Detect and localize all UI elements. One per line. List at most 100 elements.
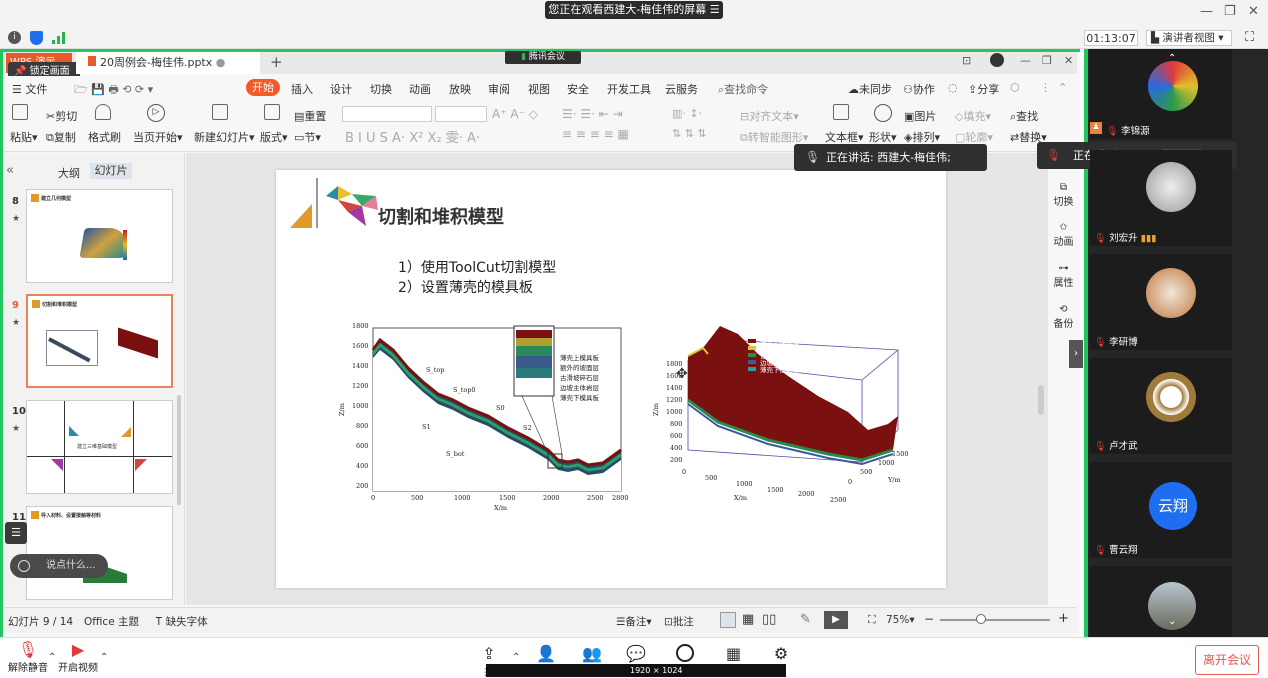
search-command[interactable]: ⌕查找命令	[718, 81, 768, 97]
collapse-panel-icon[interactable]: «	[6, 163, 14, 178]
font-family-select[interactable]	[342, 106, 432, 122]
menu-start[interactable]: 开始	[246, 79, 280, 96]
slide-thumb-9-selected[interactable]: 切割和堆积模型	[26, 294, 173, 388]
sync-status[interactable]: ☁未同步	[848, 81, 892, 97]
video-button[interactable]: ▶ 开启视频	[58, 640, 98, 674]
notes-button[interactable]: ☰备注▾	[616, 614, 652, 629]
emoji-icon[interactable]	[18, 560, 30, 572]
align-text-button[interactable]: ⊟对齐文本▾	[740, 108, 799, 124]
tab-close-icon[interactable]: ●	[216, 56, 226, 69]
quick-access-toolbar[interactable]: 🗁 💾 🖶 ⟲ ⟳ ▾	[74, 81, 153, 100]
font-size-select[interactable]	[435, 106, 487, 122]
user-avatar[interactable]	[990, 53, 1004, 67]
menu-security[interactable]: 安全	[567, 81, 589, 97]
paste-button[interactable]	[12, 104, 28, 123]
missing-font-button[interactable]: Ꭲ 缺失字体	[156, 614, 208, 629]
collapse-ribbon-icon[interactable]: ⌃	[1058, 81, 1067, 94]
new-slide-button[interactable]	[212, 104, 228, 123]
apps-icon[interactable]: ▦	[726, 644, 741, 663]
ink-icon[interactable]: ✎	[800, 612, 811, 627]
menu-icon[interactable]: ☰	[710, 3, 720, 16]
tab-slides[interactable]: 幻灯片	[90, 163, 132, 179]
arrange-button[interactable]: ◈排列▾	[904, 129, 940, 145]
invite-icon[interactable]: 👤	[536, 644, 556, 663]
menu-developer[interactable]: 开发工具	[607, 81, 651, 97]
participant-card[interactable]: ⌄	[1090, 566, 1232, 637]
zoom-level[interactable]: 75%▾	[886, 614, 915, 626]
menu-design[interactable]: 设计	[330, 81, 352, 97]
play-icon[interactable]: ▷	[147, 104, 165, 122]
cut-button[interactable]: ✂剪切	[46, 108, 77, 124]
video-options-icon[interactable]: ⌃	[100, 652, 108, 663]
fit-icon[interactable]: ⛶	[868, 613, 876, 627]
tab-outline[interactable]: 大纲	[58, 165, 80, 181]
restore-icon[interactable]: ❐	[1224, 4, 1236, 19]
menu-review[interactable]: 审阅	[488, 81, 510, 97]
fullscreen-icon[interactable]: ⛶	[1245, 30, 1254, 45]
canvas-scrollbar[interactable]	[1038, 385, 1044, 415]
side-tool-animation[interactable]: ✩ 动画	[1048, 222, 1079, 248]
zoom-slider[interactable]	[940, 619, 1050, 621]
section-button[interactable]: ▭节▾	[294, 129, 321, 145]
smart-graphic-button[interactable]: ⧉转智能图形▾	[740, 129, 808, 145]
comment-button[interactable]: ⊡批注	[664, 614, 694, 629]
side-tool-properties[interactable]: ⊶ 属性	[1048, 263, 1079, 289]
participant-card[interactable]: 云翔 🎙 曹云翔	[1090, 462, 1232, 558]
slide-thumb-10[interactable]: 建立三维基础模型	[26, 400, 173, 494]
sorter-view-icon[interactable]: ▦	[742, 612, 754, 627]
paragraph-tools[interactable]: ▥· ↕·	[672, 107, 702, 120]
picture-button[interactable]: ▣图片	[904, 108, 936, 124]
reset-button[interactable]: ▤重置	[294, 108, 326, 124]
presenter-view-dropdown[interactable]: ▙ 演讲者视图 ▾	[1146, 30, 1232, 46]
zoom-slider-thumb[interactable]	[976, 614, 986, 624]
list-tools[interactable]: ☰· ☰· ⇤ ⇥	[562, 107, 623, 121]
wps-minimize-icon[interactable]: —	[1020, 54, 1031, 67]
menu-view[interactable]: 视图	[528, 81, 550, 97]
comment-icon[interactable]: ◌	[948, 81, 958, 94]
reading-view-icon[interactable]: ▯▯	[762, 612, 776, 627]
font-style-tools[interactable]: B I U S A· X² X₂ 雯· A·	[345, 127, 480, 146]
chevron-up-icon[interactable]: ⌃	[1168, 53, 1176, 64]
menu-insert[interactable]: 插入	[291, 81, 313, 97]
chat-icon[interactable]: 💬	[626, 644, 646, 663]
participant-card[interactable]: 🎙 卢才武	[1090, 358, 1232, 454]
wps-close-icon[interactable]: ✕	[1064, 54, 1073, 67]
share-options-icon[interactable]: ⌃	[512, 652, 520, 663]
more-icon[interactable]: ⋮	[1040, 81, 1051, 94]
settings-icon[interactable]: ⬡	[1010, 81, 1020, 94]
mute-button[interactable]: 🎙 解除静音	[8, 640, 48, 674]
fill-button[interactable]: ◇填充▾	[955, 108, 991, 124]
copy-button[interactable]: ⧉复制	[46, 129, 76, 145]
zoom-in-icon[interactable]: +	[1058, 611, 1069, 626]
window-layout-icon[interactable]: ⊡	[962, 54, 971, 67]
leave-meeting-button[interactable]: 离开会议	[1195, 645, 1259, 675]
participant-card[interactable]: ⌃ ♟ 🎙 李锦源	[1090, 49, 1232, 139]
side-tool-transition[interactable]: ⧉ 切换	[1048, 182, 1079, 208]
participant-card[interactable]: 🎙 李研博	[1090, 254, 1232, 350]
shape-icon[interactable]	[874, 104, 892, 122]
menu-transition[interactable]: 切换	[370, 81, 392, 97]
slide-thumb-8[interactable]: 建立几何模型	[26, 189, 173, 283]
collab-button[interactable]: ⚇协作	[903, 81, 935, 97]
menu-slideshow[interactable]: 放映	[449, 81, 471, 97]
new-tab-icon[interactable]: +	[270, 53, 283, 71]
wps-restore-icon[interactable]: ❐	[1042, 54, 1052, 67]
menu-cloud[interactable]: 云服务	[665, 81, 698, 97]
normal-view-icon[interactable]	[720, 612, 736, 628]
list-icon[interactable]: ☰	[5, 522, 27, 544]
align-tools[interactable]: ≡ ≡ ≡ ≡ ▦	[562, 127, 629, 141]
play-slideshow-button[interactable]: ▶	[824, 611, 848, 629]
shield-icon[interactable]	[30, 31, 43, 45]
layout-button[interactable]	[264, 104, 280, 123]
info-icon[interactable]: i	[8, 31, 21, 44]
close-icon[interactable]: ✕	[1248, 4, 1259, 19]
zoom-out-icon[interactable]: −	[924, 612, 934, 626]
mute-options-icon[interactable]: ⌃	[48, 652, 56, 663]
minimize-icon[interactable]: —	[1200, 4, 1213, 19]
menu-animation[interactable]: 动画	[409, 81, 431, 97]
chevron-down-icon[interactable]: ⌄	[1168, 616, 1176, 627]
textbox-button[interactable]	[833, 104, 849, 123]
format-painter-button[interactable]	[95, 104, 111, 123]
spacing-tools[interactable]: ⇅ ⇅ ⇅	[672, 127, 707, 140]
side-tool-backup[interactable]: ⟲ 备份	[1048, 304, 1079, 330]
